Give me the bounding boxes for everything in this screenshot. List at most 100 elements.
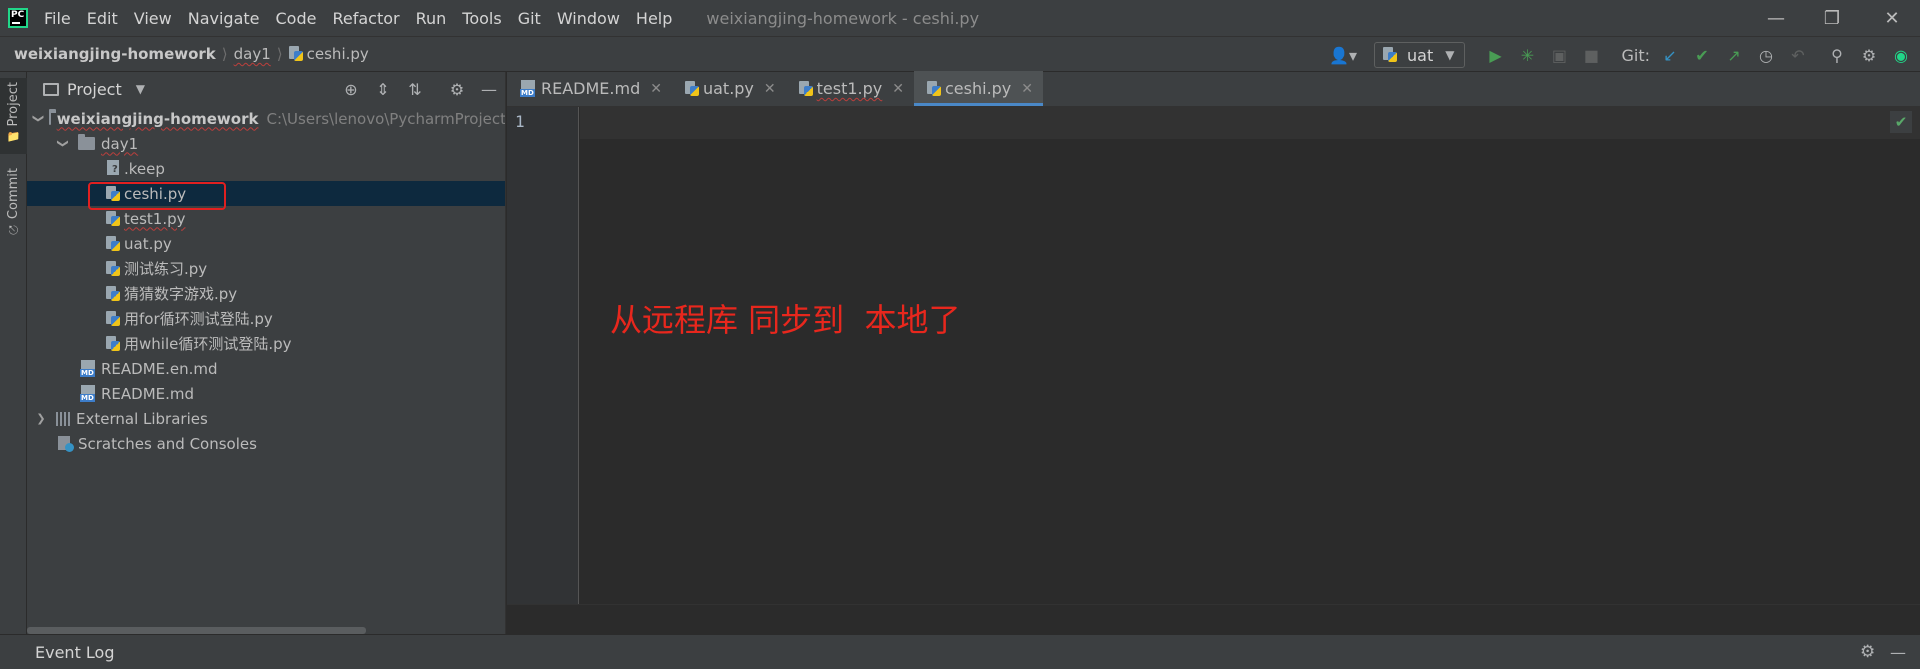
hide-event-log-icon[interactable]: — (1890, 643, 1906, 662)
stop-icon[interactable]: ■ (1578, 42, 1604, 68)
tab-test1[interactable]: test1.py ✕ (786, 71, 914, 106)
view-dropdown-icon[interactable]: ▼ (136, 82, 145, 96)
git-rollback-icon[interactable]: ↶ (1785, 42, 1811, 68)
tree-file-for-login[interactable]: 用for循环测试登陆.py (27, 306, 505, 331)
tab-readme[interactable]: README.md ✕ (507, 71, 672, 106)
panel-options-gear-icon[interactable]: ⚙ (444, 76, 470, 102)
menu-edit[interactable]: Edit (87, 9, 118, 28)
pycharm-logo-icon (8, 8, 28, 28)
highlight-annotation-box (88, 182, 226, 210)
menu-navigate[interactable]: Navigate (188, 9, 260, 28)
code-editor[interactable]: ✔ 从远程库 同步到 本地了 (580, 107, 1920, 604)
chevron-down-icon[interactable]: ❯ (32, 114, 45, 123)
inspection-ok-check-icon[interactable]: ✔ (1890, 111, 1912, 133)
event-log-settings-gear-icon[interactable]: ⚙ (1860, 642, 1875, 662)
tree-file-keep[interactable]: .keep (27, 156, 505, 181)
project-tool-tab[interactable]: Project 📁 (0, 78, 27, 154)
code-with-me-icon[interactable]: ◉ (1888, 42, 1914, 68)
tree-folder-day1[interactable]: ❯ day1 (27, 131, 505, 156)
menu-view[interactable]: View (134, 9, 172, 28)
menu-run[interactable]: Run (416, 9, 447, 28)
tree-file-readme-en[interactable]: README.en.md (27, 356, 505, 381)
tree-file-uat[interactable]: uat.py (27, 231, 505, 256)
python-file-icon (106, 285, 120, 302)
git-update-icon[interactable]: ↙ (1657, 42, 1683, 68)
tree-item-label: 测试练习.py (124, 260, 208, 278)
git-commit-icon[interactable]: ✔ (1689, 42, 1715, 68)
scratches-icon (58, 435, 74, 452)
current-line-highlight (580, 107, 1920, 139)
tree-file-practice[interactable]: 测试练习.py (27, 256, 505, 281)
close-tab-icon[interactable]: ✕ (892, 81, 904, 97)
tree-item-label: README.md (101, 384, 195, 403)
dropdown-arrow-icon: ▼ (1445, 48, 1455, 62)
minimize-icon[interactable]: — (1748, 0, 1804, 36)
breadcrumb-file[interactable]: ceshi.py (307, 45, 369, 63)
chevron-down-icon[interactable]: ❯ (57, 137, 70, 151)
python-file-icon (684, 80, 699, 97)
close-tab-icon[interactable]: ✕ (764, 81, 776, 97)
chevron-right-icon[interactable]: ❯ (34, 412, 48, 425)
git-history-icon[interactable]: ◷ (1753, 42, 1779, 68)
editor-tab-bar: README.md ✕ uat.py ✕ test1.py ✕ ceshi.py… (507, 71, 1920, 107)
menu-file[interactable]: File (44, 9, 71, 28)
python-file-icon (927, 80, 941, 97)
breadcrumb-folder[interactable]: day1 (234, 45, 271, 63)
restore-icon[interactable]: ❐ (1804, 0, 1860, 36)
collapse-all-icon[interactable]: ⇅ (402, 76, 428, 102)
tree-file-guess-game[interactable]: 猜猜数字游戏.py (27, 281, 505, 306)
project-panel: Project ▼ ⊕ ⇕ ⇅ ⚙ — ❯ weixiangjing-homew… (27, 72, 506, 634)
menu-refactor[interactable]: Refactor (332, 9, 399, 28)
python-file-icon (106, 335, 120, 352)
git-label: Git: (1621, 45, 1650, 65)
tab-ceshi[interactable]: ceshi.py ✕ (914, 71, 1044, 106)
commit-tool-tab[interactable]: Commit ⎋ (0, 168, 27, 248)
markdown-file-icon (80, 360, 97, 377)
menu-window[interactable]: Window (557, 9, 620, 28)
window-title: weixiangjing-homework - ceshi.py (706, 8, 980, 28)
tab-uat[interactable]: uat.py ✕ (672, 71, 786, 106)
toolbar-right: 👤▾ uat ▼ ▶ ✳ ▣ ■ Git: ↙ ✔ ↗ ◷ ↶ ⚲ ⚙ ◉ (1320, 37, 1920, 73)
horizontal-scrollbar[interactable] (27, 627, 366, 634)
line-number: 1 (515, 112, 525, 131)
locate-file-icon[interactable]: ⊕ (338, 76, 364, 102)
close-tab-icon[interactable]: ✕ (650, 81, 662, 97)
debug-icon[interactable]: ✳ (1514, 42, 1540, 68)
account-icon[interactable]: 👤▾ (1323, 42, 1363, 68)
folder-icon: 📁 (6, 130, 21, 144)
tab-label: ceshi.py (945, 79, 1012, 98)
search-icon[interactable]: ⚲ (1824, 42, 1850, 68)
breadcrumb-project[interactable]: weixiangjing-homework (14, 45, 216, 63)
hide-panel-icon[interactable]: — (476, 76, 502, 102)
run-config-selector[interactable]: uat ▼ (1374, 42, 1466, 68)
coverage-icon[interactable]: ▣ (1546, 42, 1572, 68)
close-tab-icon[interactable]: ✕ (1021, 81, 1033, 97)
git-push-icon[interactable]: ↗ (1721, 42, 1747, 68)
tree-item-label: 用while循环测试登陆.py (124, 335, 292, 353)
tree-scratches[interactable]: Scratches and Consoles (27, 431, 505, 456)
run-icon[interactable]: ▶ (1482, 42, 1508, 68)
menu-code[interactable]: Code (276, 9, 317, 28)
project-root-path: C:\Users\lenovo\PycharmProject (266, 109, 506, 128)
python-file-icon (106, 235, 120, 252)
close-window-icon[interactable]: ✕ (1864, 0, 1920, 36)
tab-label: README.md (541, 79, 641, 98)
expand-all-icon[interactable]: ⇕ (370, 76, 396, 102)
tree-item-label: 用for循环测试登陆.py (124, 310, 273, 328)
bottom-tool-bar: Event Log ⚙ — (0, 634, 1920, 669)
menu-git[interactable]: Git (518, 9, 541, 28)
tree-file-while-login[interactable]: 用while循环测试登陆.py (27, 331, 505, 356)
tree-root-project[interactable]: ❯ weixiangjing-homework C:\Users\lenovo\… (27, 106, 506, 131)
tree-external-libraries[interactable]: ❯ External Libraries (27, 406, 505, 431)
python-file-icon (106, 210, 120, 227)
menu-help[interactable]: Help (636, 9, 672, 28)
project-panel-title[interactable]: Project (67, 80, 122, 99)
project-view-icon (43, 82, 59, 96)
event-log-tab[interactable]: Event Log (35, 643, 115, 662)
tree-file-readme[interactable]: README.md (27, 381, 505, 406)
settings-gear-icon[interactable]: ⚙ (1856, 42, 1882, 68)
markdown-file-icon (80, 385, 97, 402)
menu-tools[interactable]: Tools (462, 9, 501, 28)
tab-label: test1.py (816, 79, 883, 98)
title-bar: File Edit View Navigate Code Refactor Ru… (0, 0, 1920, 36)
